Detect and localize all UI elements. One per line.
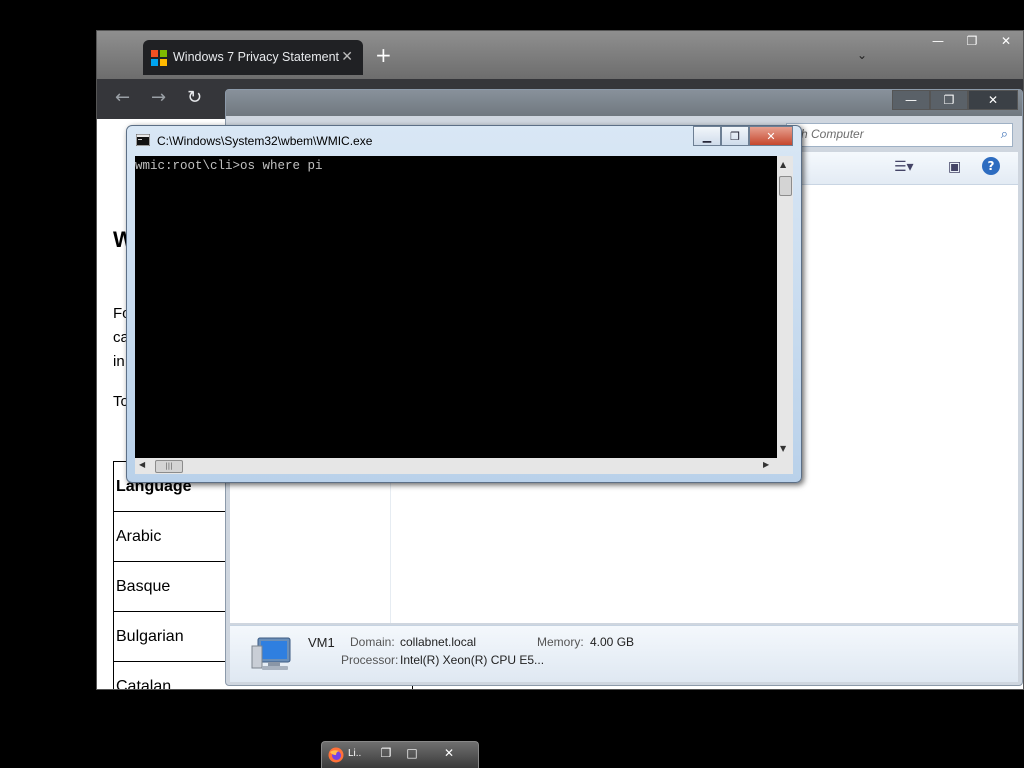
console-prompt-line: wmic:root\cli>os where pi: [135, 159, 323, 173]
reload-icon[interactable]: ↻: [187, 87, 202, 108]
help-icon[interactable]: ?: [982, 157, 1000, 175]
maximize-button[interactable]: □: [400, 745, 424, 761]
scroll-down-arrow-icon[interactable]: ▼: [780, 444, 786, 453]
explorer-details-pane: VM1 Domain: collabnet.local Memory: 4.00…: [230, 625, 1018, 682]
minimized-firefox-window[interactable]: Li.. ❐ □ ✕: [321, 741, 479, 768]
resize-grip-icon[interactable]: [777, 458, 793, 474]
horizontal-scroll-thumb[interactable]: |||: [155, 460, 183, 473]
console-screen[interactable]: wmic:root\cli>os where pi: [135, 156, 777, 458]
tab-close-icon[interactable]: ✕: [341, 48, 353, 65]
domain-label: Domain:: [350, 635, 395, 649]
browser-tabstrip: Windows 7 Privacy Statement ✕ + ⌄ — ❐ ✕: [97, 31, 1023, 79]
wmic-console-window: C:\Windows\System32\wbem\WMIC.exe ▁ ❐ ✕ …: [126, 125, 802, 483]
console-horizontal-scrollbar[interactable]: ◀ ||| ▶: [135, 458, 777, 474]
browser-tab-privacy-statement[interactable]: Windows 7 Privacy Statement ✕: [143, 40, 363, 75]
restore-button[interactable]: ❐: [374, 745, 398, 761]
minimized-window-title: Li..: [348, 748, 362, 759]
scroll-right-arrow-icon[interactable]: ▶: [763, 460, 769, 469]
explorer-minimize-button[interactable]: —: [892, 90, 930, 110]
scroll-up-arrow-icon[interactable]: ▲: [780, 160, 786, 169]
windows-logo-icon: [151, 50, 167, 66]
computer-icon: [251, 637, 291, 670]
new-tab-button[interactable]: +: [375, 45, 392, 65]
browser-window-controls: — ❐ ✕: [921, 31, 1023, 53]
console-titlebar[interactable]: C:\Windows\System32\wbem\WMIC.exe ▁ ❐ ✕: [127, 126, 801, 154]
search-icon[interactable]: ⌕: [1001, 126, 1008, 142]
browser-close-button[interactable]: ✕: [989, 31, 1023, 51]
preview-pane-icon[interactable]: ▣: [948, 159, 961, 175]
back-arrow-icon[interactable]: ←: [115, 87, 130, 108]
console-vertical-scrollbar[interactable]: ▲ ▼: [777, 156, 793, 458]
computer-name: VM1: [308, 635, 335, 650]
explorer-search-input[interactable]: rch Computer ⌕: [786, 123, 1013, 147]
memory-label: Memory:: [537, 635, 584, 649]
firefox-icon: [328, 747, 344, 763]
browser-maximize-button[interactable]: ❐: [955, 31, 989, 51]
console-app-icon: [136, 134, 150, 146]
vertical-scroll-thumb[interactable]: [779, 176, 792, 196]
explorer-window-controls: — ❐ ✕: [892, 90, 1018, 110]
explorer-maximize-button[interactable]: ❐: [930, 90, 968, 110]
paragraph-line: in: [113, 353, 125, 370]
memory-value: 4.00 GB: [590, 635, 635, 649]
tab-title: Windows 7 Privacy Statement: [173, 50, 340, 64]
processor-value: Intel(R) Xeon(R) CPU E5...: [400, 653, 545, 667]
console-minimize-button[interactable]: ▁: [693, 126, 721, 146]
explorer-close-button[interactable]: ✕: [968, 90, 1018, 110]
domain-value: collabnet.local: [400, 635, 477, 649]
close-button[interactable]: ✕: [437, 745, 461, 761]
processor-label: Processor:: [341, 653, 399, 667]
console-window-controls: ▁ ❐ ✕: [693, 126, 793, 146]
explorer-titlebar[interactable]: — ❐ ✕: [226, 90, 1022, 116]
browser-minimize-button[interactable]: —: [921, 31, 955, 51]
console-close-button[interactable]: ✕: [749, 126, 793, 146]
tab-search-dropdown-icon[interactable]: ⌄: [857, 48, 867, 62]
console-maximize-button[interactable]: ❐: [721, 126, 749, 146]
forward-arrow-icon[interactable]: →: [151, 87, 166, 108]
scroll-left-arrow-icon[interactable]: ◀: [139, 460, 145, 469]
view-options-icon[interactable]: ☰▾: [894, 159, 914, 175]
console-title: C:\Windows\System32\wbem\WMIC.exe: [157, 134, 373, 148]
